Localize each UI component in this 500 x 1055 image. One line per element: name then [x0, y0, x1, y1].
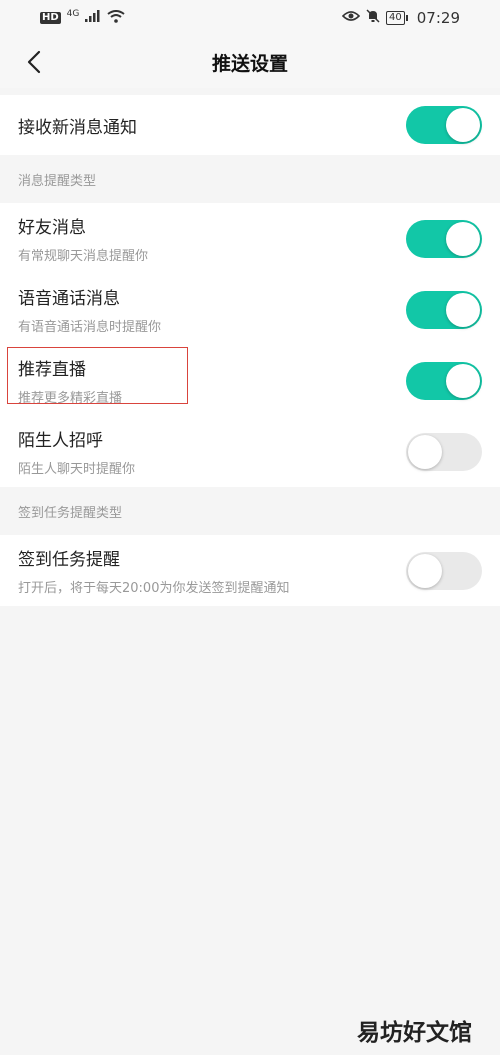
- group-label-checkin-types: 签到任务提醒类型: [0, 487, 500, 535]
- checkin-section: 签到任务提醒 打开后，将于每天20:00为你发送签到提醒通知: [0, 535, 500, 606]
- row-subtitle: 有语音通话消息时提醒你: [18, 320, 162, 335]
- friend-message-toggle[interactable]: [406, 219, 482, 258]
- wifi-icon: [107, 9, 125, 27]
- row-text: 好友消息 有常规聊天消息提醒你: [18, 213, 148, 264]
- row-subtitle: 打开后，将于每天20:00为你发送签到提醒通知: [18, 581, 290, 596]
- nav-bar: 推送设置: [0, 36, 500, 88]
- toggle-knob: [446, 108, 480, 142]
- row-title: 语音通话消息: [18, 289, 120, 309]
- mute-bell-icon: [366, 9, 380, 27]
- status-left: HD 4G: [40, 9, 125, 27]
- hd-badge: HD: [40, 12, 61, 24]
- row-title: 签到任务提醒: [18, 550, 120, 570]
- page-title: 推送设置: [211, 52, 288, 75]
- row-title: 接收新消息通知: [18, 117, 137, 138]
- watermark: 易坊好文馆: [357, 1020, 472, 1046]
- stranger-greeting-row: 陌生人招呼 陌生人聊天时提醒你: [0, 416, 500, 487]
- checkin-reminder-row: 签到任务提醒 打开后，将于每天20:00为你发送签到提醒通知: [0, 535, 500, 606]
- group-label-message-types: 消息提醒类型: [0, 155, 500, 203]
- row-text: 签到任务提醒 打开后，将于每天20:00为你发送签到提醒通知: [18, 545, 289, 596]
- row-title: 好友消息: [18, 218, 86, 238]
- status-bar: HD 4G 40 07:29: [0, 0, 500, 36]
- row-subtitle: 陌生人聊天时提醒你: [18, 462, 136, 477]
- toggle-knob: [446, 221, 480, 256]
- receive-notifications-toggle[interactable]: [406, 106, 482, 144]
- network-type: 4G: [66, 9, 80, 19]
- spacer: [0, 88, 500, 95]
- voice-call-row: 语音通话消息 有语音通话消息时提醒你: [0, 274, 500, 345]
- toggle-knob: [446, 292, 480, 327]
- status-right: 40 07:29: [341, 9, 460, 27]
- battery-indicator: 40: [386, 11, 408, 25]
- eye-icon: [341, 10, 361, 26]
- recommended-live-toggle[interactable]: [406, 361, 482, 400]
- toggle-knob: [408, 434, 442, 469]
- receive-notifications-row: 接收新消息通知: [0, 95, 500, 155]
- signal-icon: [85, 10, 101, 26]
- back-button[interactable]: [18, 46, 50, 78]
- row-subtitle: 推荐更多精彩直播: [18, 391, 123, 406]
- row-subtitle: 有常规聊天消息提醒你: [18, 249, 149, 264]
- row-text: 语音通话消息 有语音通话消息时提醒你: [18, 284, 161, 335]
- checkin-reminder-toggle[interactable]: [406, 551, 482, 590]
- voice-call-toggle[interactable]: [406, 290, 482, 329]
- row-text: 推荐直播 推荐更多精彩直播: [18, 355, 122, 406]
- main-notification-section: 接收新消息通知: [0, 95, 500, 155]
- row-text: 陌生人招呼 陌生人聊天时提醒你: [18, 426, 135, 477]
- friend-message-row: 好友消息 有常规聊天消息提醒你: [0, 203, 500, 274]
- message-types-section: 好友消息 有常规聊天消息提醒你 语音通话消息 有语音通话消息时提醒你 推荐直播 …: [0, 203, 500, 487]
- recommended-live-row: 推荐直播 推荐更多精彩直播: [0, 345, 500, 416]
- clock: 07:29: [416, 9, 460, 27]
- stranger-greeting-toggle[interactable]: [406, 432, 482, 471]
- toggle-knob: [408, 553, 442, 588]
- row-title: 推荐直播: [18, 360, 86, 380]
- chevron-left-icon: [27, 50, 41, 74]
- row-title: 陌生人招呼: [18, 431, 103, 451]
- toggle-knob: [446, 363, 480, 398]
